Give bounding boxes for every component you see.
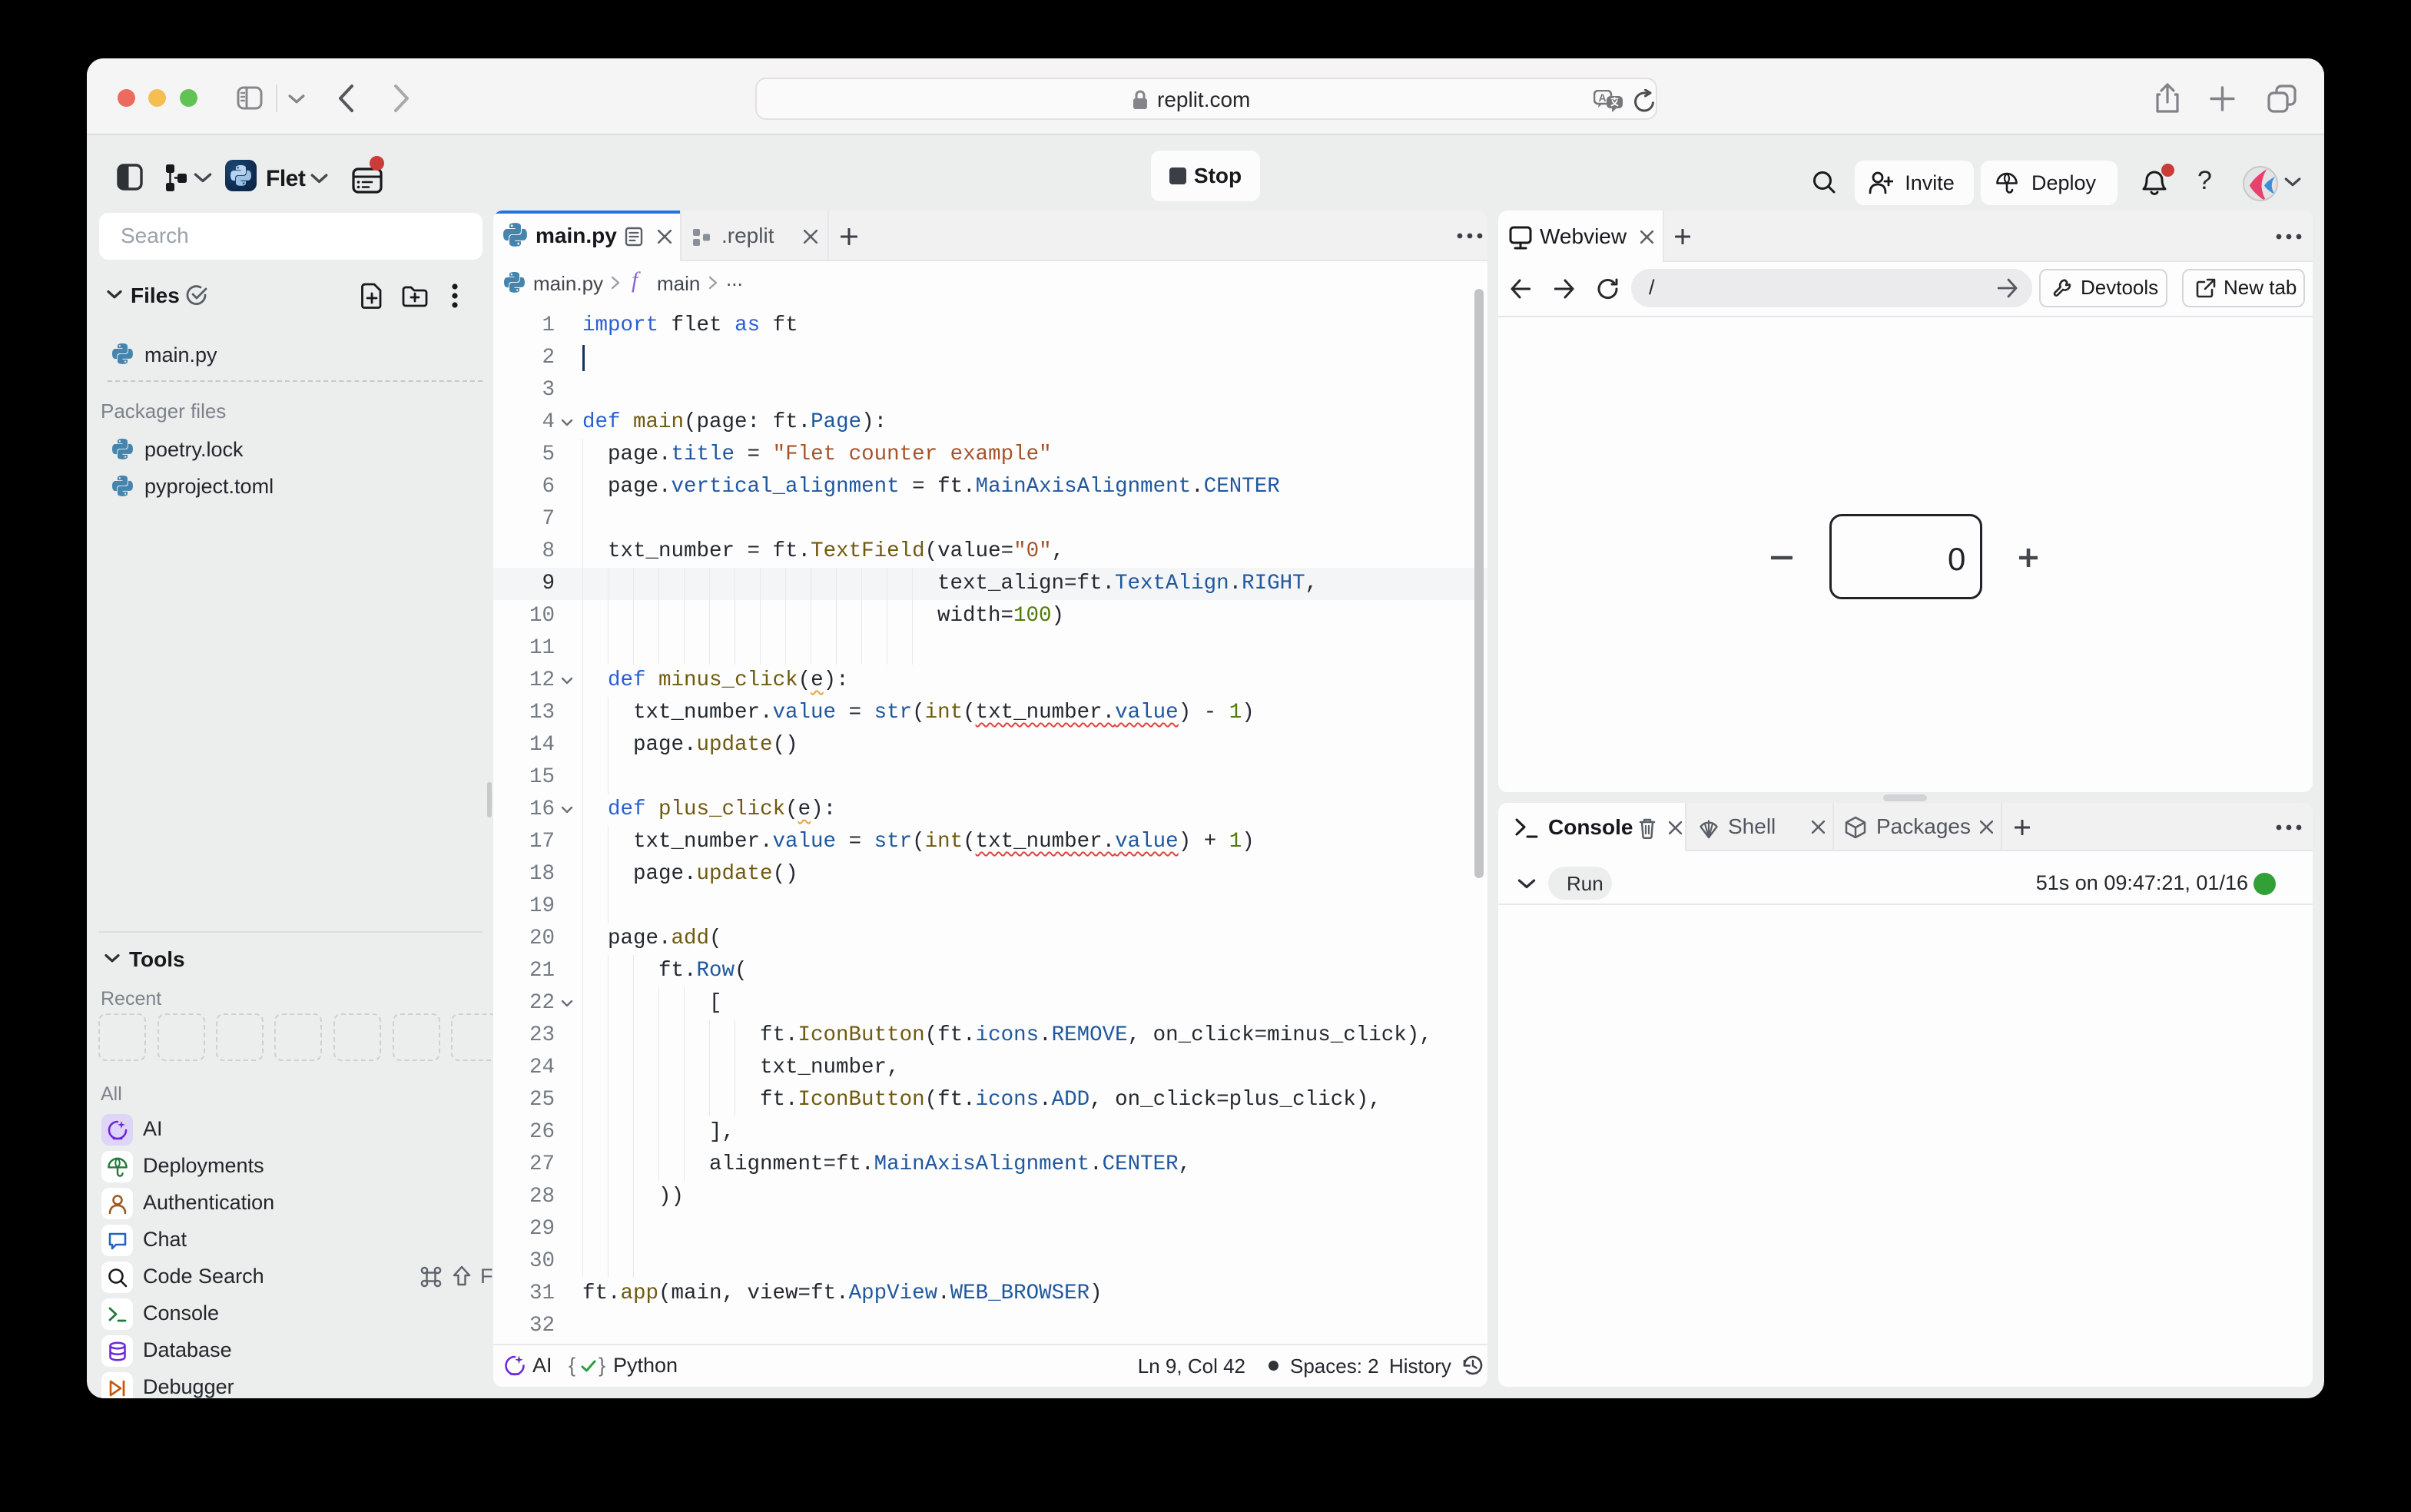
svg-text:A: A (1599, 91, 1607, 104)
